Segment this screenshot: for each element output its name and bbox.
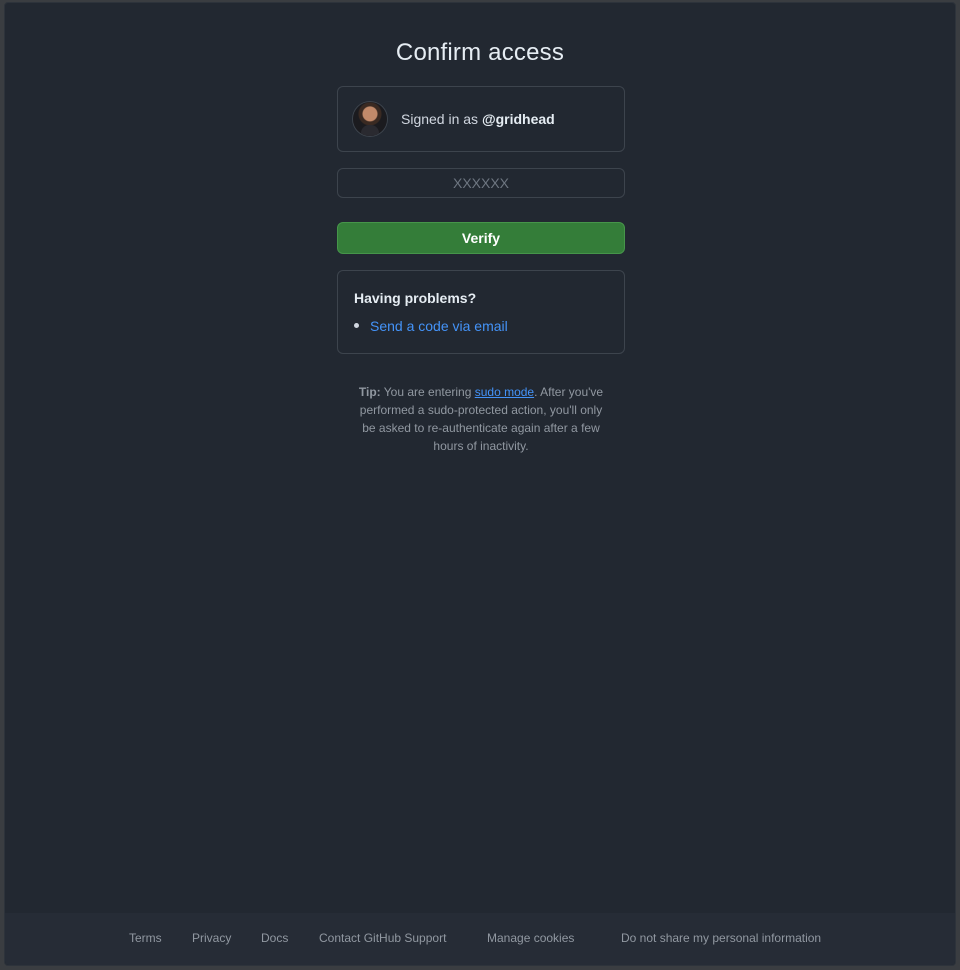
user-avatar [353,102,387,136]
footer-link-manage-cookies[interactable]: Manage cookies [487,931,574,945]
username: @gridhead [481,111,555,127]
list-item: Send a code via email [354,318,608,334]
send-code-via-email-link[interactable]: Send a code via email [370,318,508,334]
help-options-list: Send a code via email [354,318,608,334]
signed-in-prefix: Signed in as [401,111,482,127]
signed-in-box: Signed in as @gridhead [337,86,625,152]
bullet-icon [354,323,359,328]
verification-code-input[interactable] [337,168,625,198]
tip-label: Tip: [358,385,381,399]
having-problems-heading: Having problems? [354,290,477,306]
footer-link-terms[interactable]: Terms [129,931,162,945]
sudo-mode-tip: Tip: You are entering sudo mode. After y… [353,383,609,455]
sudo-mode-link[interactable]: sudo mode [475,385,534,399]
footer-link-privacy[interactable]: Privacy [192,931,231,945]
having-problems-box: Having problems? Send a code via email [337,270,625,354]
confirm-access-window: Confirm access Signed in as @gridhead Ve… [4,2,956,966]
footer: Terms Privacy Docs Contact GitHub Suppor… [5,913,955,965]
verify-button[interactable]: Verify [337,222,625,254]
tip-text-before: You are entering [380,385,475,399]
footer-link-do-not-share[interactable]: Do not share my personal information [621,931,821,945]
footer-link-docs[interactable]: Docs [261,931,288,945]
page-title: Confirm access [395,39,565,66]
signed-in-text: Signed in as @gridhead [401,111,555,127]
footer-link-contact-support[interactable]: Contact GitHub Support [319,931,446,945]
